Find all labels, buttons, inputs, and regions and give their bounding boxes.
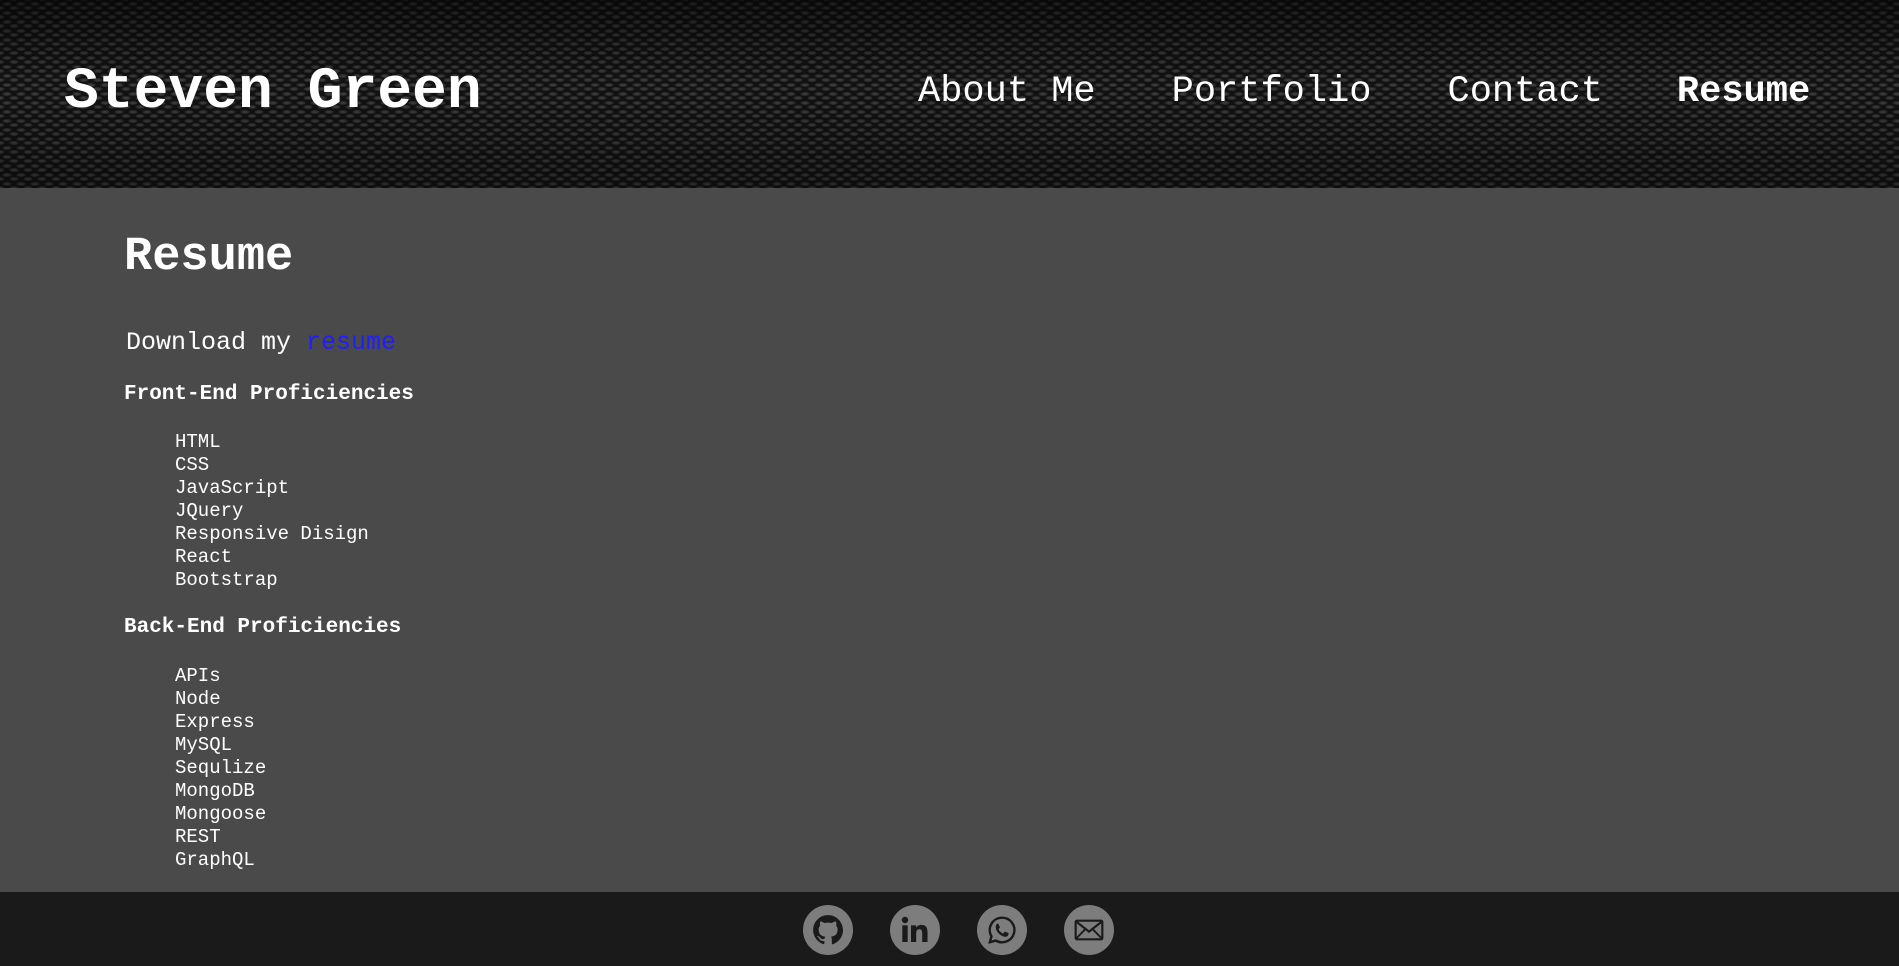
nav-link-portfolio[interactable]: Portfolio [1172,66,1372,118]
list-item: Sequlize [175,757,267,779]
social-links [803,905,1114,955]
site-header: Steven Green About Me Portfolio Contact … [0,0,1899,188]
email-icon [1074,919,1104,941]
list-item: MongoDB [175,780,255,802]
main-nav: About Me Portfolio Contact Resume [918,66,1810,118]
list-item: Mongoose [175,803,267,825]
linkedin-link[interactable] [890,905,940,955]
list-item: GraphQL [175,849,255,871]
page-title: Resume [124,231,294,284]
email-link[interactable] [1064,905,1114,955]
front-end-heading: Front-End Proficiencies [124,383,414,406]
nav-link-about-me[interactable]: About Me [918,66,1096,118]
front-end-skill-list: HTML CSS JavaScript JQuery Responsive Di… [175,431,369,592]
back-end-skill-list: APIs Node Express MySQL Sequlize MongoDB… [175,665,266,872]
list-item: MySQL [175,734,233,756]
list-item: Responsive Disign [175,523,369,545]
site-brand[interactable]: Steven Green [64,58,482,128]
list-item: Bootstrap [175,569,278,591]
list-item: CSS [175,454,210,476]
list-item: REST [175,826,221,848]
list-item: JavaScript [175,477,290,499]
list-item: Node [175,688,221,710]
download-line: Download my resume [126,328,396,358]
list-item: APIs [175,665,221,687]
github-link[interactable] [803,905,853,955]
github-icon [813,915,844,945]
nav-link-resume[interactable]: Resume [1677,66,1810,118]
linkedin-icon [901,916,928,942]
site-footer [0,892,1899,966]
back-end-heading: Back-End Proficiencies [124,616,402,639]
whatsapp-icon [988,916,1016,944]
download-text: Download my [126,328,307,357]
list-item: HTML [175,431,221,453]
list-item: JQuery [175,500,244,522]
list-item: React [175,546,233,568]
list-item: Express [175,711,255,733]
nav-link-contact[interactable]: Contact [1447,66,1602,118]
whatsapp-link[interactable] [977,905,1027,955]
resume-download-link[interactable]: resume [306,328,396,357]
